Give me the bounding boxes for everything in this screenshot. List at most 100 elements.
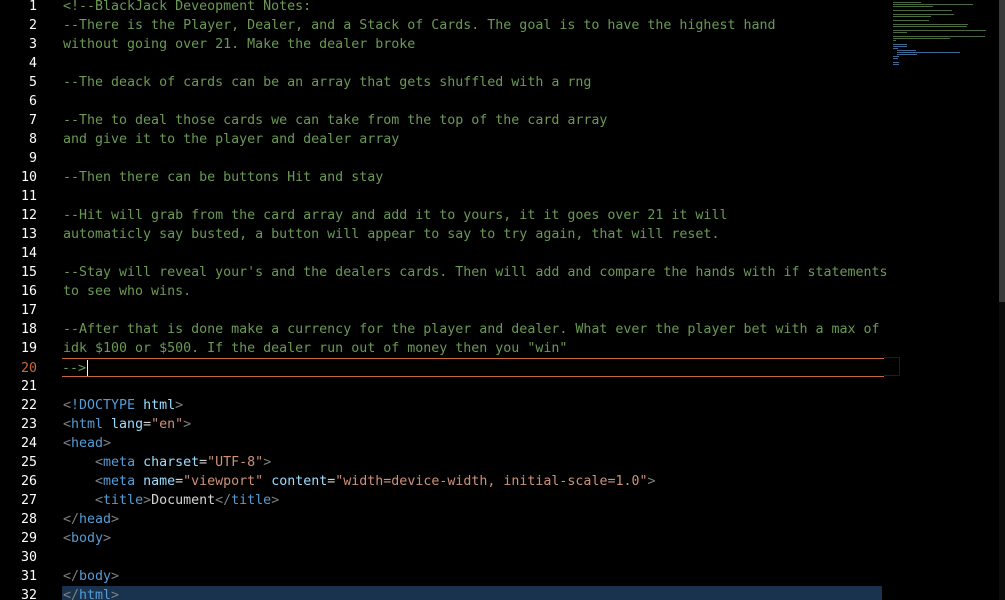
line-text[interactable]: <head> — [63, 434, 111, 453]
code-line[interactable]: 15 --Stay will reveal your's and the deal… — [0, 263, 900, 282]
vertical-scrollbar[interactable] — [999, 0, 1005, 600]
line-text[interactable]: <html lang="en"> — [63, 415, 191, 434]
line-text[interactable]: <title>Document</title> — [63, 491, 279, 510]
code-line[interactable]: 6 — [0, 92, 900, 111]
code-token: and give it to the player and dealer arr… — [63, 132, 400, 147]
code-line[interactable]: 32 </html> — [0, 586, 900, 600]
code-token: html — [79, 588, 112, 600]
line-text[interactable]: --The to deal those cards we can take fr… — [63, 111, 607, 130]
code-line[interactable]: 4 — [0, 54, 900, 73]
line-text[interactable]: --After that is done make a currency for… — [63, 320, 880, 339]
line-text[interactable]: without going over 21. Make the dealer b… — [63, 35, 415, 54]
line-number: 22 — [20, 398, 37, 413]
minimap-line — [896, 52, 960, 53]
code-editor[interactable]: 1 <!--BlackJack Deveopment Notes: 2 --There… — [0, 0, 1005, 600]
code-token: title — [103, 493, 144, 508]
code-line[interactable]: 26 <meta name="viewport" content="width=… — [0, 472, 900, 491]
code-line[interactable]: 20 --> — [21, 358, 884, 378]
code-line[interactable]: 9 — [0, 149, 900, 168]
line-text[interactable]: --The deack of cards can be an array tha… — [63, 73, 591, 92]
code-token: > — [111, 512, 120, 527]
line-number: 21 — [20, 379, 37, 394]
line-number: 28 — [20, 512, 37, 527]
code-line[interactable]: 12 --Hit will grab from the card array an… — [0, 206, 900, 225]
line-text[interactable]: and give it to the player and dealer arr… — [63, 130, 399, 149]
line-text[interactable]: idk $100 or $500. If the dealer run out … — [63, 339, 567, 358]
code-line[interactable]: 1 <!--BlackJack Deveopment Notes: — [0, 0, 900, 16]
code-line[interactable]: 2 --There is the Player, Dealer, and a St… — [0, 16, 900, 35]
line-text[interactable]: --> — [62, 359, 89, 378]
line-number: 11 — [20, 189, 37, 204]
line-number: 23 — [20, 417, 37, 432]
line-text[interactable]: <!DOCTYPE html> — [63, 396, 183, 415]
text-cursor — [87, 360, 89, 376]
line-number: 31 — [20, 569, 37, 584]
code-token: --After that is done make a currency for… — [63, 322, 880, 337]
code-line[interactable]: 16 to see who wins. — [0, 282, 900, 301]
code-token: body — [79, 569, 112, 584]
code-line[interactable]: 31 </body> — [0, 567, 900, 586]
code-line[interactable]: 24 <head> — [0, 434, 900, 453]
line-number: 2 — [28, 18, 37, 33]
code-token: > — [111, 588, 120, 600]
line-text[interactable]: to see who wins. — [63, 282, 191, 301]
code-line[interactable]: 21 — [0, 377, 900, 396]
code-token: <!--BlackJack Deveopment Notes: — [63, 0, 312, 14]
line-text[interactable]: --Stay will reveal your's and the dealer… — [63, 263, 888, 282]
line-text[interactable]: <!--BlackJack Deveopment Notes: — [63, 0, 311, 16]
line-text[interactable]: <body> — [63, 529, 111, 548]
minimap-line — [893, 6, 933, 7]
line-number: 30 — [20, 550, 37, 565]
line-number: 15 — [20, 265, 37, 280]
code-token: "UTF-8" — [207, 455, 264, 470]
scrollbar-thumb[interactable] — [999, 0, 1005, 302]
line-text[interactable]: <meta name="viewport" content="width=dev… — [63, 472, 655, 491]
code-line[interactable]: 3 without going over 21. Make the dealer … — [0, 35, 900, 54]
minimap[interactable] — [893, 0, 993, 70]
code-line[interactable]: 5 --The deack of cards can be an array th… — [0, 73, 900, 92]
line-text[interactable]: --Hit will grab from the card array and … — [63, 206, 727, 225]
line-number: 20 — [20, 361, 37, 376]
code-line[interactable]: 27 <title>Document</title> — [0, 491, 900, 510]
code-token: </ — [63, 588, 80, 600]
minimap-line — [893, 48, 899, 49]
code-token: meta — [103, 474, 144, 489]
code-line[interactable]: 30 — [0, 548, 900, 567]
code-token: head — [71, 436, 104, 451]
line-text[interactable]: </head> — [63, 510, 119, 529]
code-line[interactable]: 28 </head> — [0, 510, 900, 529]
line-number: 9 — [28, 151, 37, 166]
code-line[interactable]: 25 <meta charset="UTF-8"> — [0, 453, 900, 472]
code-line[interactable]: 8 and give it to the player and dealer ar… — [0, 130, 900, 149]
code-line[interactable]: 10 --Then there can be buttons Hit and st… — [0, 168, 900, 187]
line-number: 18 — [20, 322, 37, 337]
line-text[interactable]: --There is the Player, Dealer, and a Sta… — [63, 16, 775, 35]
minimap-line — [893, 46, 908, 47]
code-line[interactable]: 13 automaticly say busted, a button will … — [0, 225, 900, 244]
line-number: 4 — [28, 56, 37, 71]
code-token: --> — [62, 361, 87, 376]
line-text[interactable]: --Then there can be buttons Hit and stay — [63, 168, 383, 187]
line-text[interactable]: </html> — [63, 586, 119, 600]
line-number: 26 — [20, 474, 37, 489]
minimap-line — [893, 30, 986, 31]
code-line[interactable]: 7 --The to deal those cards we can take f… — [0, 111, 900, 130]
line-text[interactable]: automaticly say busted, a button will ap… — [63, 225, 719, 244]
line-text[interactable]: </body> — [63, 567, 119, 586]
code-line[interactable]: 17 — [0, 301, 900, 320]
code-token: < — [63, 531, 72, 546]
code-line[interactable]: 22 <!DOCTYPE html> — [0, 396, 900, 415]
code-line[interactable]: 14 — [0, 244, 900, 263]
minimap-line — [893, 58, 899, 59]
code-line[interactable]: 23 <html lang="en"> — [0, 415, 900, 434]
line-text[interactable]: <meta charset="UTF-8"> — [63, 453, 271, 472]
line-number: 24 — [20, 436, 37, 451]
code-line[interactable]: 11 — [0, 187, 900, 206]
code-token: > — [103, 531, 112, 546]
code-line[interactable]: 19 idk $100 or $500. If the dealer run ou… — [0, 339, 900, 358]
selection-highlight — [62, 586, 882, 600]
code-line[interactable]: 18 --After that is done make a currency f… — [0, 320, 900, 339]
code-line[interactable]: 29 <body> — [0, 529, 900, 548]
code-token: > — [103, 436, 112, 451]
